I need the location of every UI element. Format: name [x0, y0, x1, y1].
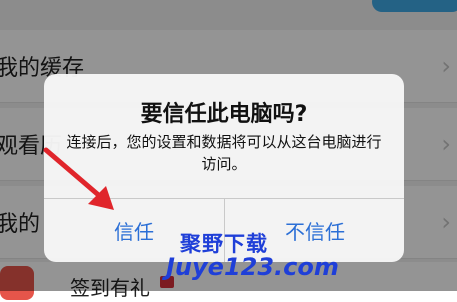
red-arrow-icon: [43, 147, 114, 210]
watermark-url: Juye123.com: [166, 253, 339, 281]
dialog-title: 要信任此电脑吗?: [140, 102, 308, 127]
